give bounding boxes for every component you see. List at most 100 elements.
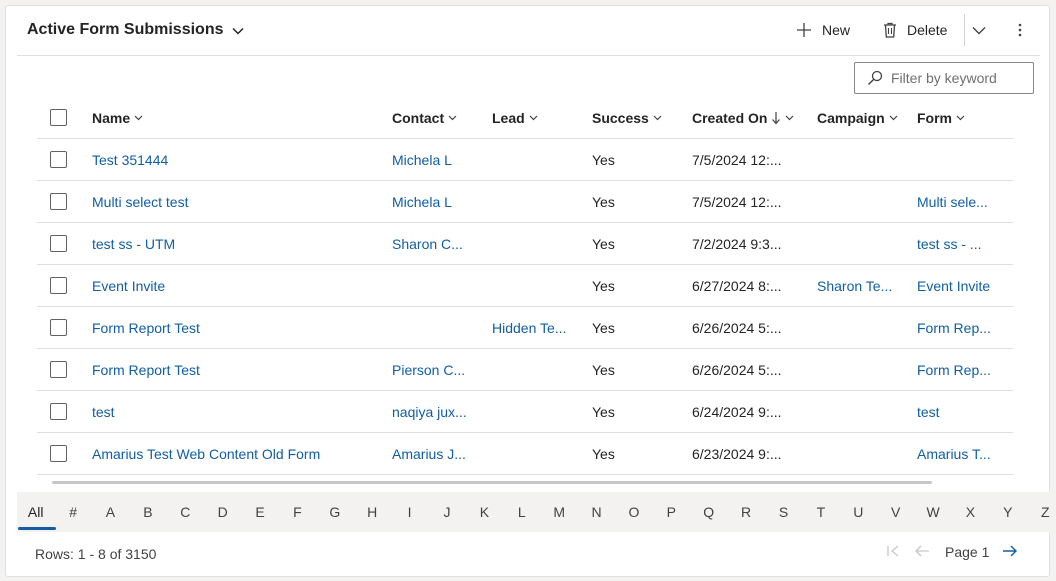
table-row[interactable]: Multi select test Michela L Yes 7/5/2024… xyxy=(37,181,1013,223)
cell-lead[interactable] xyxy=(492,139,582,180)
alpha-item-j[interactable]: J xyxy=(428,492,465,532)
next-page-button[interactable] xyxy=(1002,544,1018,558)
cell-name[interactable]: Event Invite xyxy=(92,265,382,306)
first-page-button[interactable] xyxy=(886,544,900,558)
alpha-item-t[interactable]: T xyxy=(802,492,839,532)
table-row[interactable]: Test 351444 Michela L Yes 7/5/2024 12:..… xyxy=(37,139,1013,181)
cell-lead[interactable] xyxy=(492,433,582,474)
cell-name[interactable]: Form Report Test xyxy=(92,307,382,348)
column-header-form[interactable]: Form xyxy=(917,97,1007,138)
cell-contact[interactable]: Michela L xyxy=(392,181,482,222)
alpha-item-x[interactable]: X xyxy=(952,492,989,532)
cell-form[interactable]: Event Invite xyxy=(917,265,1007,306)
cell-contact[interactable]: Pierson C... xyxy=(392,349,482,390)
alpha-item-q[interactable]: Q xyxy=(690,492,727,532)
view-selector[interactable]: Active Form Submissions xyxy=(27,21,244,39)
new-button[interactable]: New xyxy=(796,18,850,42)
alpha-item-p[interactable]: P xyxy=(653,492,690,532)
cell-name[interactable]: test ss - UTM xyxy=(92,223,382,264)
column-header-lead[interactable]: Lead xyxy=(492,97,582,138)
cell-campaign[interactable] xyxy=(817,223,907,264)
alpha-item-u[interactable]: U xyxy=(840,492,877,532)
alpha-item-v[interactable]: V xyxy=(877,492,914,532)
row-checkbox[interactable] xyxy=(50,235,67,252)
alpha-item-s[interactable]: S xyxy=(765,492,802,532)
cell-lead[interactable] xyxy=(492,265,582,306)
cell-form[interactable]: Form Rep... xyxy=(917,307,1007,348)
alpha-item-c[interactable]: C xyxy=(167,492,204,532)
column-header-name[interactable]: Name xyxy=(92,97,382,138)
alpha-item-f[interactable]: F xyxy=(279,492,316,532)
table-row[interactable]: test naqiya jux... Yes 6/24/2024 9:... t… xyxy=(37,391,1013,433)
alpha-item-w[interactable]: W xyxy=(914,492,951,532)
cell-form[interactable]: Multi sele... xyxy=(917,181,1007,222)
alpha-item-y[interactable]: Y xyxy=(989,492,1026,532)
alpha-item-l[interactable]: L xyxy=(503,492,540,532)
alpha-item-a[interactable]: A xyxy=(92,492,129,532)
cell-lead[interactable] xyxy=(492,349,582,390)
overflow-menu-button[interactable] xyxy=(1017,21,1023,42)
table-row[interactable]: Amarius Test Web Content Old Form Amariu… xyxy=(37,433,1013,475)
cell-form[interactable]: Amarius T... xyxy=(917,433,1007,474)
cell-contact[interactable]: Michela L xyxy=(392,139,482,180)
alpha-item-i[interactable]: I xyxy=(391,492,428,532)
alpha-item-all[interactable]: All xyxy=(17,492,57,532)
cell-campaign[interactable] xyxy=(817,139,907,180)
alpha-item-n[interactable]: N xyxy=(578,492,615,532)
column-header-campaign[interactable]: Campaign xyxy=(817,97,907,138)
cell-lead[interactable] xyxy=(492,391,582,432)
table-row[interactable]: test ss - UTM Sharon C... Yes 7/2/2024 9… xyxy=(37,223,1013,265)
alpha-item-k[interactable]: K xyxy=(466,492,503,532)
row-checkbox[interactable] xyxy=(50,193,67,210)
cell-name[interactable]: Form Report Test xyxy=(92,349,382,390)
delete-button[interactable]: Delete xyxy=(883,18,947,42)
row-checkbox[interactable] xyxy=(50,445,67,462)
alpha-item-h[interactable]: H xyxy=(354,492,391,532)
cell-form[interactable]: test xyxy=(917,391,1007,432)
column-header-success[interactable]: Success xyxy=(592,97,682,138)
table-row[interactable]: Event Invite Yes 6/27/2024 8:... Sharon … xyxy=(37,265,1013,307)
cell-campaign[interactable] xyxy=(817,181,907,222)
more-commands-chevron[interactable] xyxy=(972,22,986,38)
select-all-checkbox[interactable] xyxy=(50,109,67,126)
cell-contact[interactable]: Sharon C... xyxy=(392,223,482,264)
alpha-item-o[interactable]: O xyxy=(615,492,652,532)
cell-name[interactable]: Amarius Test Web Content Old Form xyxy=(92,433,382,474)
alpha-item-d[interactable]: D xyxy=(204,492,241,532)
column-header-created-on[interactable]: Created On xyxy=(692,97,807,138)
row-checkbox[interactable] xyxy=(50,319,67,336)
cell-campaign[interactable] xyxy=(817,349,907,390)
cell-form[interactable]: Form Rep... xyxy=(917,349,1007,390)
alpha-item-hash[interactable]: # xyxy=(54,492,91,532)
cell-name[interactable]: Test 351444 xyxy=(92,139,382,180)
cell-contact[interactable] xyxy=(392,307,482,348)
alpha-item-m[interactable]: M xyxy=(540,492,577,532)
cell-contact[interactable]: Amarius J... xyxy=(392,433,482,474)
alpha-item-g[interactable]: G xyxy=(316,492,353,532)
cell-name[interactable]: test xyxy=(92,391,382,432)
alpha-item-e[interactable]: E xyxy=(241,492,278,532)
filter-input[interactable] xyxy=(891,70,1026,86)
cell-campaign[interactable] xyxy=(817,391,907,432)
row-checkbox[interactable] xyxy=(50,361,67,378)
table-row[interactable]: Form Report Test Pierson C... Yes 6/26/2… xyxy=(37,349,1013,391)
cell-contact[interactable] xyxy=(392,265,482,306)
row-checkbox[interactable] xyxy=(50,151,67,168)
cell-name[interactable]: Multi select test xyxy=(92,181,382,222)
cell-lead[interactable] xyxy=(492,223,582,264)
cell-form[interactable] xyxy=(917,139,1007,180)
cell-campaign[interactable]: Sharon Te... xyxy=(817,265,907,306)
cell-form[interactable]: test ss - ... xyxy=(917,223,1007,264)
row-checkbox[interactable] xyxy=(50,277,67,294)
alpha-item-r[interactable]: R xyxy=(727,492,764,532)
cell-campaign[interactable] xyxy=(817,433,907,474)
horizontal-scrollbar[interactable] xyxy=(52,481,932,484)
previous-page-button[interactable] xyxy=(914,544,930,558)
table-row[interactable]: Form Report Test Hidden Te... Yes 6/26/2… xyxy=(37,307,1013,349)
cell-lead[interactable] xyxy=(492,181,582,222)
cell-lead[interactable]: Hidden Te... xyxy=(492,307,582,348)
cell-contact[interactable]: naqiya jux... xyxy=(392,391,482,432)
cell-campaign[interactable] xyxy=(817,307,907,348)
alpha-item-b[interactable]: B xyxy=(129,492,166,532)
row-checkbox[interactable] xyxy=(50,403,67,420)
